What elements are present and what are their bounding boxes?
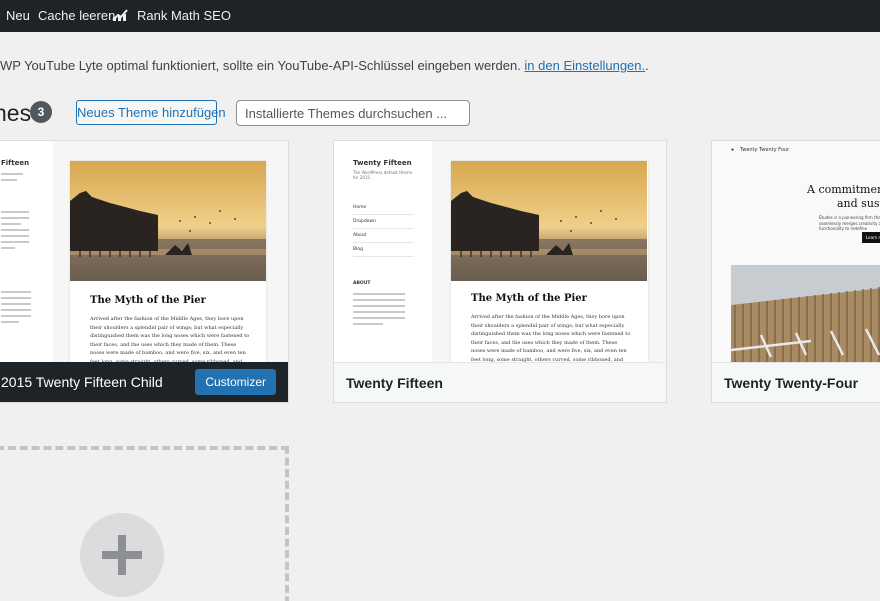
admin-bar: Neu Cache leeren Rank Math SEO [0, 0, 880, 32]
theme-name-bar: Twenty Fifteen [334, 362, 666, 402]
preview-headline-2: and susta [837, 197, 880, 210]
preview-site-title: Fifteen [1, 159, 30, 167]
theme-count-badge: 3 [30, 101, 52, 123]
add-theme-plus-icon[interactable] [80, 513, 164, 597]
preview-menu-item: Home [353, 201, 413, 215]
theme-card-twenty-fifteen[interactable]: Twenty Fifteen The WordPress default the… [333, 140, 667, 403]
rank-math-icon [112, 9, 128, 21]
preview-headline-1: A commitment [807, 183, 880, 196]
preview-menu: Home Dropdown About Blog [353, 201, 413, 257]
preview-menu-item: About [353, 229, 413, 243]
preview-site-title: Twenty Fifteen [353, 159, 412, 167]
preview-about-label: ABOUT [353, 281, 371, 286]
preview-post-text: Arrived after the fashion of the Middle … [90, 316, 250, 363]
preview-post: The Myth of the Pier Arrived after the f… [451, 161, 648, 363]
rank-math-label: Rank Math SEO [137, 8, 231, 23]
preview-sidebar: Twenty Fifteen The WordPress default the… [334, 141, 432, 363]
preview-site-title: Twenty Twenty Four [740, 147, 790, 153]
settings-link[interactable]: in den Einstellungen. [524, 58, 645, 73]
architecture-image [731, 265, 880, 363]
add-theme-button[interactable]: Neues Theme hinzufügen [76, 100, 226, 125]
notice-trailing: . [645, 58, 649, 73]
theme-card-active[interactable]: Fifteen The Myth of the Pier Arrived aft… [0, 140, 289, 403]
theme-card-twenty-twenty-four[interactable]: ● Twenty Twenty Four A commitment and su… [711, 140, 880, 403]
pier-image [451, 161, 647, 281]
preview-post-title: The Myth of the Pier [471, 293, 587, 304]
page-title: nes [0, 100, 32, 126]
lyte-notice: WP YouTube Lyte optimal funktioniert, so… [0, 58, 649, 73]
new-content-link[interactable]: Neu [6, 0, 30, 32]
preview-menu-item: Blog [353, 243, 413, 257]
preview-site-desc: The WordPress default theme for 2015. [353, 170, 413, 180]
theme-screenshot: Twenty Fifteen The WordPress default the… [334, 141, 666, 363]
theme-name: Twenty Fifteen [346, 375, 443, 391]
theme-screenshot: ● Twenty Twenty Four A commitment and su… [712, 141, 880, 363]
preview-logo-dot: ● [731, 147, 735, 153]
theme-name: 2015 Twenty Fifteen Child [1, 374, 163, 390]
theme-search-input[interactable] [236, 100, 470, 126]
preview-post-title: The Myth of the Pier [90, 295, 206, 306]
pier-image [70, 161, 266, 281]
theme-name-bar: Twenty Twenty-Four [712, 362, 880, 402]
preview-cta-button: Learn m [862, 232, 880, 243]
theme-name: Twenty Twenty-Four [724, 375, 859, 391]
theme-name-bar: 2015 Twenty Fifteen Child Customizer [0, 362, 288, 402]
customize-button[interactable]: Customizer [195, 369, 276, 395]
theme-screenshot: Fifteen The Myth of the Pier Arrived aft… [0, 141, 288, 363]
preview-sidebar: Fifteen [0, 141, 53, 363]
preview-post: The Myth of the Pier Arrived after the f… [70, 161, 266, 363]
clear-cache-link[interactable]: Cache leeren [38, 0, 115, 32]
preview-menu-item: Dropdown [353, 215, 413, 229]
preview-subtext: Études is a pioneering firm that seamles… [819, 215, 880, 231]
notice-text: WP YouTube Lyte optimal funktioniert, so… [0, 58, 525, 73]
preview-post-text: Arrived after the fashion of the Middle … [471, 314, 631, 363]
rank-math-menu[interactable]: Rank Math SEO [112, 0, 231, 32]
